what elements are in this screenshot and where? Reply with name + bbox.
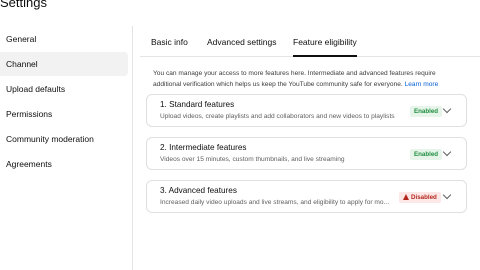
card-title: 3. Advanced features [160, 186, 237, 195]
status-badge: Disabled [399, 192, 441, 203]
settings-tabs: Basic info Advanced settings Feature eli… [140, 30, 480, 57]
warning-icon [403, 194, 409, 200]
chevron-down-icon[interactable] [442, 147, 452, 157]
card-description: Videos over 15 minutes, custom thumbnail… [160, 156, 345, 163]
card-title: 2. Intermediate features [160, 143, 247, 152]
sidebar-item-channel[interactable]: Channel [0, 52, 128, 76]
tab-feature-eligibility[interactable]: Feature eligibility [293, 30, 357, 57]
card-description: Increased daily video uploads and live s… [160, 199, 390, 206]
status-badge-label: Disabled [411, 194, 437, 201]
sidebar-item-agreements[interactable]: Agreements [0, 152, 128, 176]
learn-more-link[interactable]: Learn more [405, 81, 439, 88]
intro-text: You can manage your access to more featu… [153, 70, 436, 88]
sidebar-item-general[interactable]: General [0, 27, 128, 51]
page-title: Settings [0, 0, 47, 10]
card-title: 1. Standard features [160, 100, 235, 109]
feature-intro: You can manage your access to more featu… [153, 68, 465, 90]
tab-basic-info[interactable]: Basic info [151, 30, 188, 57]
sidebar-item-community-moderation[interactable]: Community moderation [0, 127, 128, 151]
chevron-down-icon[interactable] [442, 104, 452, 114]
settings-window: Settings General Channel Upload defaults… [0, 0, 480, 270]
tab-advanced-settings[interactable]: Advanced settings [207, 30, 276, 57]
standard-features-card[interactable]: 1. Standard features Upload videos, crea… [146, 94, 467, 127]
sidebar: General Channel Upload defaults Permissi… [0, 26, 133, 270]
card-description: Upload videos, create playlists and add … [160, 113, 395, 120]
status-badge: Enabled [410, 149, 443, 160]
intermediate-features-card[interactable]: 2. Intermediate features Videos over 15 … [146, 137, 467, 170]
advanced-features-card[interactable]: 3. Advanced features Increased daily vid… [146, 180, 467, 213]
chevron-down-icon[interactable] [442, 190, 452, 200]
sidebar-item-permissions[interactable]: Permissions [0, 102, 128, 126]
status-badge: Enabled [410, 106, 443, 117]
sidebar-item-upload-defaults[interactable]: Upload defaults [0, 77, 128, 101]
